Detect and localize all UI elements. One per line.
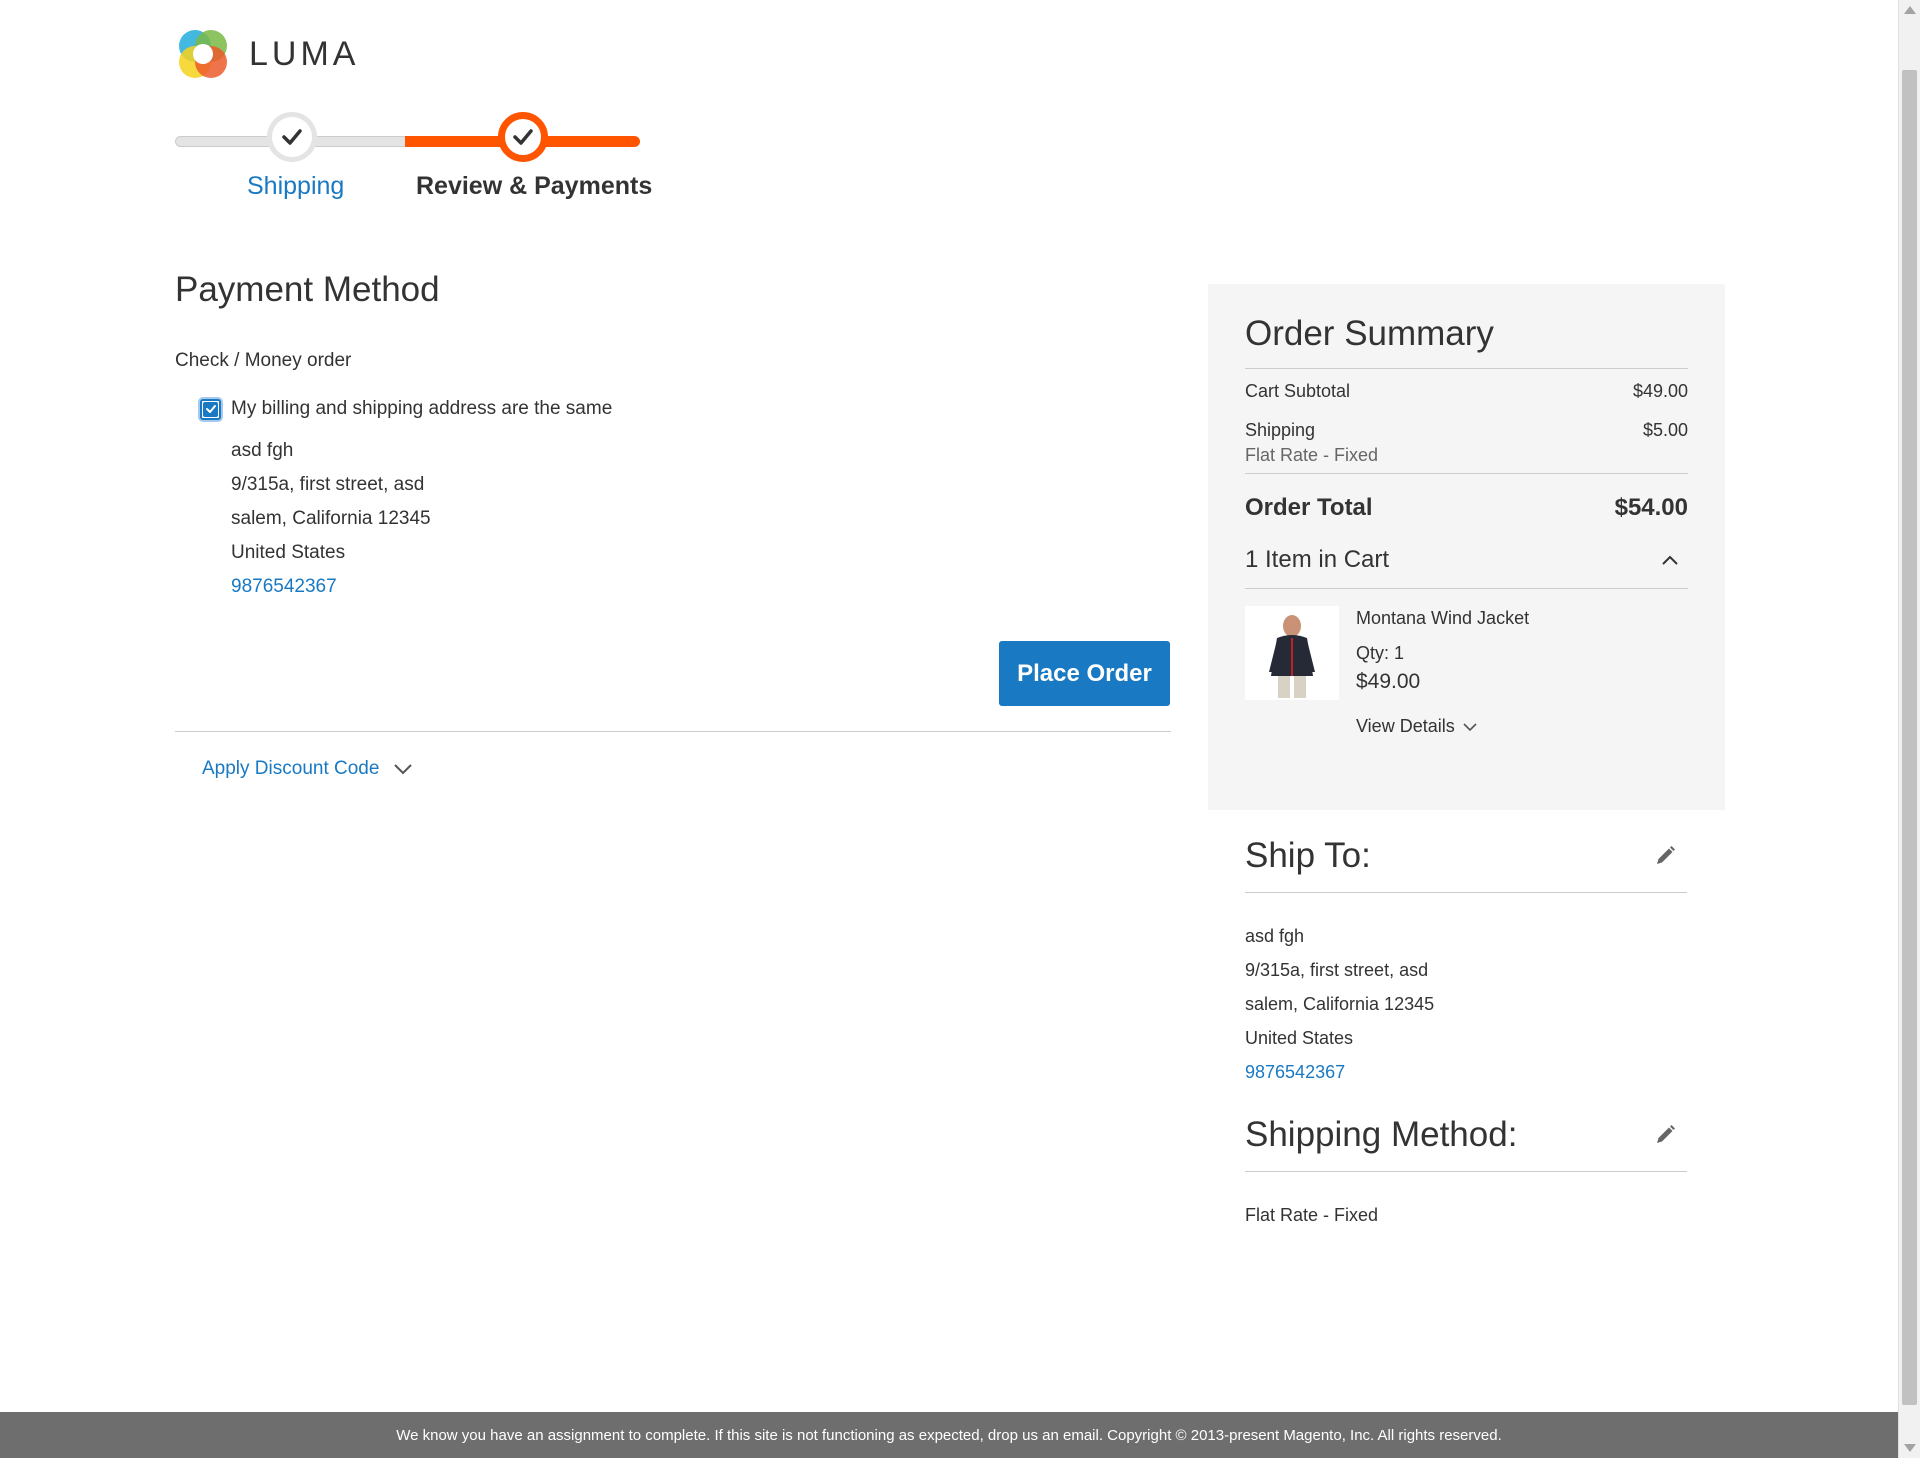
ship-to-address: asd fgh 9/315a, first street, asd salem,… (1245, 919, 1687, 1089)
checkout-page: LUMA Shipping Review & Payments Payment … (0, 0, 1898, 1458)
cart-subtotal-row: Cart Subtotal $49.00 (1245, 381, 1688, 402)
ship-to-header: Ship To: (1245, 836, 1687, 893)
order-total-row: Order Total $54.00 (1245, 494, 1688, 522)
shipping-method-title: Shipping Method: (1245, 1115, 1518, 1154)
luma-logo-icon (175, 26, 231, 82)
billing-address-city: salem, California 12345 (231, 508, 431, 529)
step-shipping-marker[interactable] (267, 112, 317, 162)
cart-subtotal-label: Cart Subtotal (1245, 381, 1351, 401)
billing-address-street: 9/315a, first street, asd (231, 474, 425, 495)
ship-to-phone-link[interactable]: 9876542367 (1245, 1062, 1345, 1082)
product-price: $49.00 (1356, 670, 1421, 693)
order-summary: Order Summary Cart Subtotal $49.00 Shipp… (1208, 284, 1725, 810)
chevron-down-icon[interactable] (393, 762, 413, 776)
scroll-up-arrow-icon[interactable] (1904, 6, 1916, 14)
apply-discount-toggle[interactable]: Apply Discount Code (202, 758, 413, 780)
shipping-label: Shipping (1245, 420, 1316, 440)
checkout-progress-bar: Shipping Review & Payments (175, 112, 652, 212)
chevron-down-icon[interactable] (1463, 722, 1477, 732)
shipping-method-value: Flat Rate - Fixed (1245, 1205, 1379, 1225)
ship-to-city: salem, California 12345 (1245, 994, 1435, 1014)
place-order-button[interactable]: Place Order (999, 641, 1170, 706)
check-icon (205, 405, 216, 413)
billing-address-country: United States (231, 542, 346, 563)
page-scrollbar[interactable] (1898, 0, 1920, 1458)
product-qty: Qty: 1 (1356, 643, 1405, 663)
cart-item-details: Montana Wind Jacket Qty: 1 $49.00 View D… (1356, 606, 1529, 737)
check-icon (282, 129, 302, 145)
payment-method-title: Payment Method (175, 270, 440, 309)
ship-to-block: Ship To: asd fgh 9/315a, first street, a… (1245, 836, 1687, 1089)
items-in-cart-toggle[interactable]: 1 Item in Cart (1245, 546, 1688, 589)
billing-address: asd fgh 9/315a, first street, asd salem,… (231, 434, 1171, 604)
check-icon (513, 129, 533, 145)
chevron-up-icon[interactable] (1662, 554, 1678, 566)
scrollbar-thumb[interactable] (1902, 70, 1917, 1405)
shipping-method-block: Shipping Method: Flat Rate - Fixed (1245, 1115, 1687, 1232)
product-thumbnail (1245, 606, 1339, 700)
checkbox-checked-indicator (203, 401, 218, 417)
ship-to-title: Ship To: (1245, 836, 1371, 875)
items-in-cart-label[interactable]: 1 Item in Cart (1245, 546, 1389, 574)
brand-name: LUMA (249, 34, 360, 73)
billing-same-checkbox[interactable] (200, 398, 221, 420)
billing-same-row[interactable]: My billing and shipping address are the … (200, 398, 1171, 420)
step-review-marker (498, 112, 548, 162)
billing-same-label[interactable]: My billing and shipping address are the … (231, 398, 612, 420)
view-details-toggle[interactable]: View Details (1356, 716, 1529, 737)
shipping-method-subtext: Flat Rate - Fixed (1245, 445, 1688, 474)
shipping-row: Shipping $5.00 (1245, 420, 1688, 441)
ship-to-country: United States (1245, 1028, 1354, 1048)
logo-link[interactable]: LUMA (175, 26, 359, 82)
cart-item: Montana Wind Jacket Qty: 1 $49.00 View D… (1245, 606, 1688, 737)
ship-to-street: 9/315a, first street, asd (1245, 960, 1429, 980)
shipping-method-header: Shipping Method: (1245, 1115, 1687, 1172)
billing-address-name: asd fgh (231, 440, 294, 461)
order-total-value: $54.00 (1614, 494, 1688, 521)
step-shipping-link[interactable]: Shipping (247, 172, 344, 201)
scroll-down-arrow-icon[interactable] (1904, 1444, 1916, 1452)
order-total-label: Order Total (1245, 494, 1373, 521)
payment-section: Payment Method Check / Money order My bi… (175, 270, 1171, 779)
shipping-value: $5.00 (1642, 420, 1688, 440)
view-details-label[interactable]: View Details (1356, 716, 1455, 737)
billing-phone-link[interactable]: 9876542367 (231, 576, 337, 597)
footer-notice: We know you have an assignment to comple… (0, 1412, 1898, 1458)
apply-discount-label[interactable]: Apply Discount Code (202, 758, 379, 780)
cart-subtotal-value: $49.00 (1632, 381, 1688, 401)
payment-method-name: Check / Money order (175, 350, 352, 371)
ship-to-name: asd fgh (1245, 926, 1305, 946)
step-review-label: Review & Payments (416, 172, 653, 200)
pencil-icon[interactable] (1653, 1123, 1677, 1147)
pencil-icon[interactable] (1653, 844, 1677, 868)
order-summary-title: Order Summary (1245, 314, 1688, 369)
product-name: Montana Wind Jacket (1356, 608, 1530, 628)
divider (175, 731, 1171, 732)
